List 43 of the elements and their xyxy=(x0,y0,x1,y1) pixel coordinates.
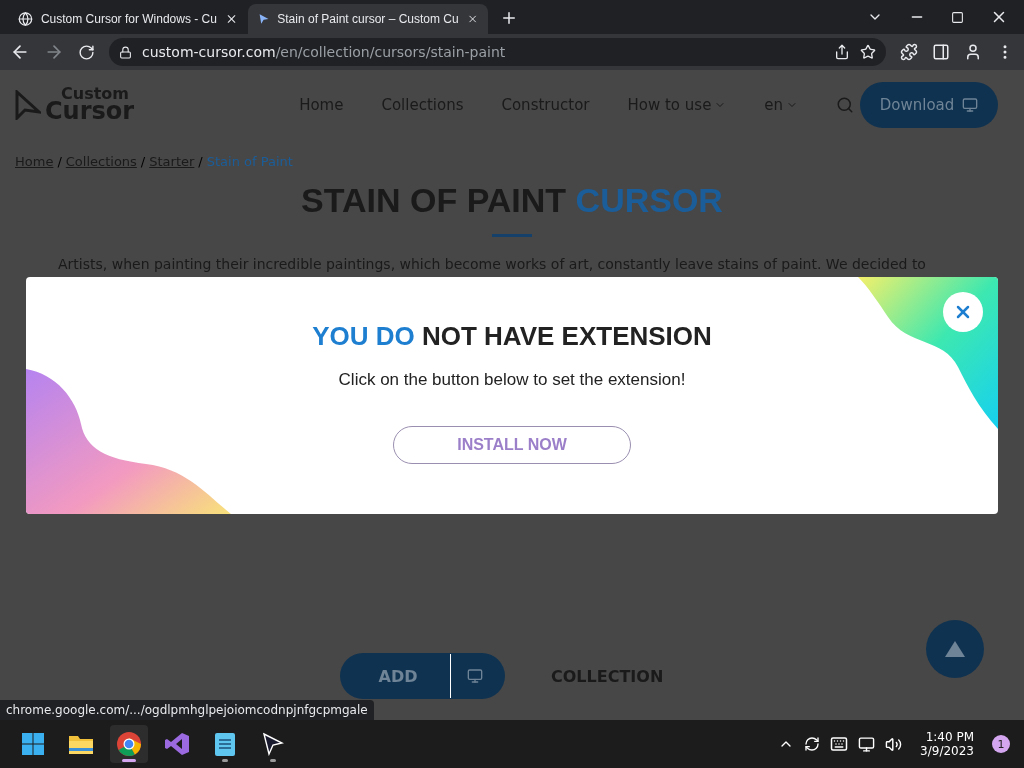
cursor-icon xyxy=(258,12,270,26)
notepad-icon xyxy=(214,731,236,757)
share-icon[interactable] xyxy=(834,44,850,60)
add-button[interactable]: ADD xyxy=(340,653,505,699)
dialog-message: Click on the button below to set the extension! xyxy=(338,370,686,390)
taskbar-app[interactable] xyxy=(110,725,148,763)
volume-icon[interactable] xyxy=(885,735,903,753)
extensions-icon[interactable] xyxy=(900,43,918,61)
browser-tab[interactable]: Custom Cursor for Windows - Cu xyxy=(8,4,248,34)
breadcrumb-separator: / xyxy=(57,154,62,169)
new-tab-icon[interactable] xyxy=(500,9,518,27)
monitor-icon xyxy=(962,97,979,113)
breadcrumb-separator: / xyxy=(140,154,146,169)
breadcrumb-separator: / xyxy=(198,154,203,169)
folder-icon xyxy=(68,733,94,755)
dialog-title: YOU DO NOT HAVE EXTENSION xyxy=(312,321,712,352)
logo-icon xyxy=(15,90,41,120)
bookmark-icon[interactable] xyxy=(860,44,876,60)
sync-icon[interactable] xyxy=(804,736,821,752)
triangle-icon xyxy=(943,639,967,659)
clock[interactable]: 1:40 PM 3/9/2023 xyxy=(920,730,974,758)
install-button[interactable]: INSTALL NOW xyxy=(393,426,631,464)
windows-icon xyxy=(21,732,45,756)
url-text: custom-cursor.com/en/collection/cursors/stain-paint xyxy=(142,44,507,60)
globe-icon xyxy=(18,11,33,27)
browser-icon xyxy=(116,731,142,757)
browser-tab[interactable]: Stain of Paint cursor – Custom Cu xyxy=(248,4,488,34)
tab-title: Custom Cursor for Windows - Cu xyxy=(40,12,217,26)
profile-icon[interactable] xyxy=(964,43,982,61)
monitor-icon xyxy=(467,668,483,684)
studio-icon xyxy=(164,731,190,757)
notification-badge[interactable]: 1 xyxy=(992,735,1010,753)
cursor-icon xyxy=(262,732,284,756)
network-icon[interactable] xyxy=(858,735,876,753)
side-panel-icon[interactable] xyxy=(932,43,950,61)
download-button[interactable]: Download xyxy=(860,82,998,128)
restore-icon[interactable] xyxy=(951,10,964,24)
tab-title: Stain of Paint cursor – Custom Cu xyxy=(277,12,459,26)
keyboard-icon[interactable] xyxy=(830,735,849,753)
reload-icon[interactable] xyxy=(78,43,95,61)
address-field[interactable]: custom-cursor.com/en/collection/cursors/stain-paint xyxy=(109,38,886,66)
lock-icon xyxy=(119,45,132,59)
breadcrumb-link[interactable]: Stain of Paint xyxy=(206,154,293,169)
